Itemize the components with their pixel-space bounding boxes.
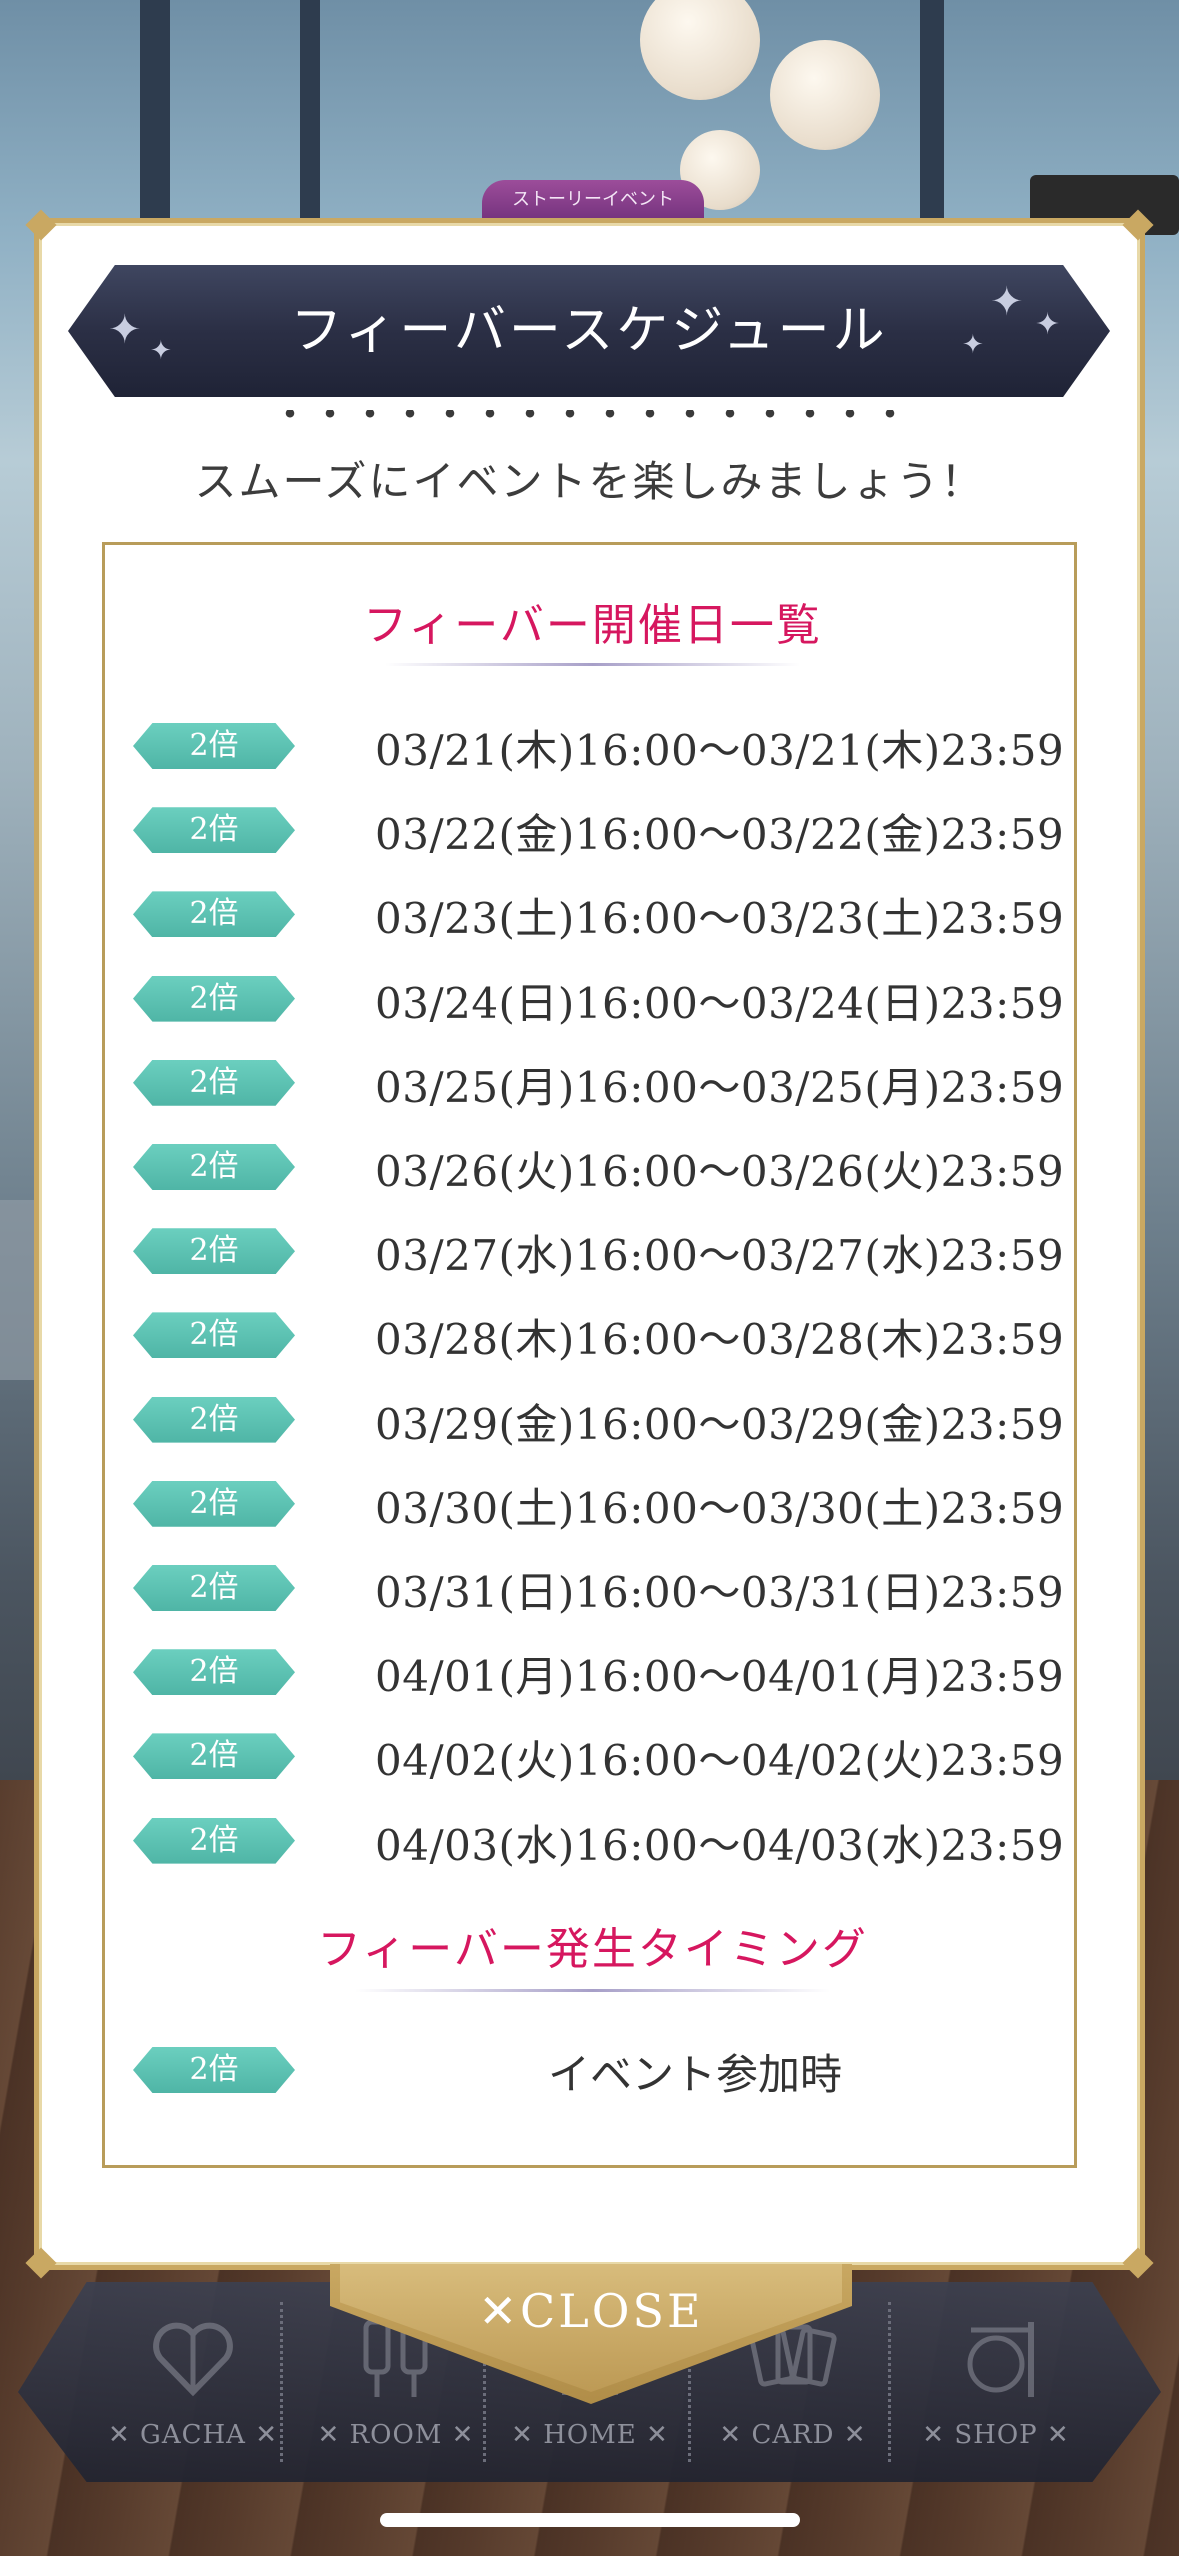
schedule-row: 2倍 03/27(水)16:00〜03/27(水)23:59 [105,1228,1080,1288]
schedule-row: 2倍 03/30(土)16:00〜03/30(土)23:59 [105,1480,1080,1541]
schedule-row: 2倍 04/03(水)16:00〜04/03(水)23:59 [105,1817,1080,1878]
fever-period-text: 03/28(木)16:00〜03/28(木)23:59 [375,1315,1065,1365]
multiplier-badge: 2倍 [133,1565,295,1611]
section-divider [355,1989,830,1992]
schedule-row: 2倍 03/22(金)16:00〜03/22(金)23:59 [105,807,1080,867]
nav-gacha-label: ✕ GACHA ✕ [108,2420,278,2450]
multiplier-badge: 2倍 [133,891,295,938]
fever-period-text: 03/26(火)16:00〜03/26(火)23:59 [375,1147,1065,1196]
intro-cut-line: ・・・・・・・・・・・・・・・・ [180,410,1000,430]
fever-period-text: 03/29(金)16:00〜03/29(金)23:59 [375,1399,1065,1449]
schedule-row: 2倍 03/21(木)16:00〜03/21(木)23:59 [105,723,1080,783]
fever-period-text: 03/25(月)16:00〜03/25(月)23:59 [375,1062,1065,1112]
schedule-row: 2倍 03/29(金)16:00〜03/29(金)23:59 [105,1396,1080,1457]
multiplier-badge: 2倍 [133,807,295,854]
multiplier-badge: 2倍 [133,975,295,1022]
fever-period-text: 04/01(月)16:00〜04/01(月)23:59 [375,1652,1065,1702]
fever-period-text: 04/03(水)16:00〜04/03(水)23:59 [375,1820,1065,1870]
schedule-row: 2倍 03/31(日)16:00〜03/31(日)23:59 [105,1565,1080,1625]
schedule-row: 2倍 03/28(木)16:00〜03/28(木)23:59 [105,1312,1080,1372]
fever-period-text: 03/31(日)16:00〜03/31(日)23:59 [375,1568,1065,1617]
nav-home-label: ✕ HOME ✕ [511,2420,669,2450]
schedule-row: 2倍 04/02(火)16:00〜04/02(火)23:59 [105,1733,1080,1793]
nav-card-label: ✕ CARD ✕ [719,2420,867,2450]
multiplier-badge: 2倍 [133,1144,295,1190]
multiplier-badge: 2倍 [133,1059,295,1106]
nav-shop[interactable]: ✕ SHOP ✕ [896,2282,1096,2482]
intro-text: スムーズにイベントを楽しみましょう！ [194,457,985,506]
pendant-lamp [770,40,880,150]
multiplier-badge: 2倍 [133,1480,295,1527]
home-indicator[interactable] [380,2513,800,2527]
fever-period-text: 03/24(日)16:00〜03/24(日)23:59 [375,978,1065,1028]
schedule-box: フィーバー開催日一覧 2倍 03/21(木)16:00〜03/21(木)23:59… [102,542,1077,2168]
modal-title: フィーバースケジュール [290,301,888,361]
nav-divider [888,2302,891,2462]
multiplier-badge: 2倍 [133,1733,295,1780]
fever-period-text: 03/21(木)16:00〜03/21(木)23:59 [375,726,1065,775]
fever-period-text: 03/30(土)16:00〜03/30(土)23:59 [375,1483,1065,1533]
nav-gacha[interactable]: ✕ GACHA ✕ [93,2282,293,2482]
gift-heart-icon [153,2322,233,2397]
schedule-row: 2倍 03/24(日)16:00〜03/24(日)23:59 [105,975,1080,1036]
schedule-section-title: フィーバー開催日一覧 [363,600,822,651]
schedule-row: 2倍 03/26(火)16:00〜03/26(火)23:59 [105,1144,1080,1204]
pendant-lamp [640,0,760,100]
timing-text: イベント参加時 [547,2050,842,2099]
schedule-row: 2倍 03/25(月)16:00〜03/25(月)23:59 [105,1059,1080,1120]
fever-period-text: 03/23(土)16:00〜03/23(土)23:59 [375,894,1065,944]
section-divider [385,663,800,666]
nav-divider [280,2302,283,2462]
schedule-row: 2倍 03/23(土)16:00〜03/23(土)23:59 [105,891,1080,951]
nav-shop-label: ✕ SHOP ✕ [922,2420,1070,2450]
window-frame [140,0,170,240]
multiplier-badge: 2倍 [133,723,295,769]
multiplier-badge: 2倍 [133,1817,295,1864]
schedule-row: 2倍 04/01(月)16:00〜04/01(月)23:59 [105,1649,1080,1709]
close-button-label[interactable]: ✕CLOSE [330,2284,852,2338]
fever-period-text: 04/02(火)16:00〜04/02(火)23:59 [375,1736,1065,1786]
timing-section-title: フィーバー発生タイミング [317,1924,868,1975]
window-frame [920,0,944,230]
nav-room-label: ✕ ROOM ✕ [317,2420,475,2450]
multiplier-badge: 2倍 [133,2047,295,2093]
window-frame [300,0,320,230]
multiplier-badge: 2倍 [133,1312,295,1359]
fever-period-text: 03/22(金)16:00〜03/22(金)23:59 [375,810,1065,860]
multiplier-badge: 2倍 [133,1396,295,1443]
multiplier-badge: 2倍 [133,1228,295,1275]
multiplier-badge: 2倍 [133,1649,295,1696]
timing-row: 2倍 イベント参加時 [105,2047,1080,2107]
fever-period-text: 03/27(水)16:00〜03/27(水)23:59 [375,1231,1065,1281]
shop-sign-icon [967,2322,1034,2397]
